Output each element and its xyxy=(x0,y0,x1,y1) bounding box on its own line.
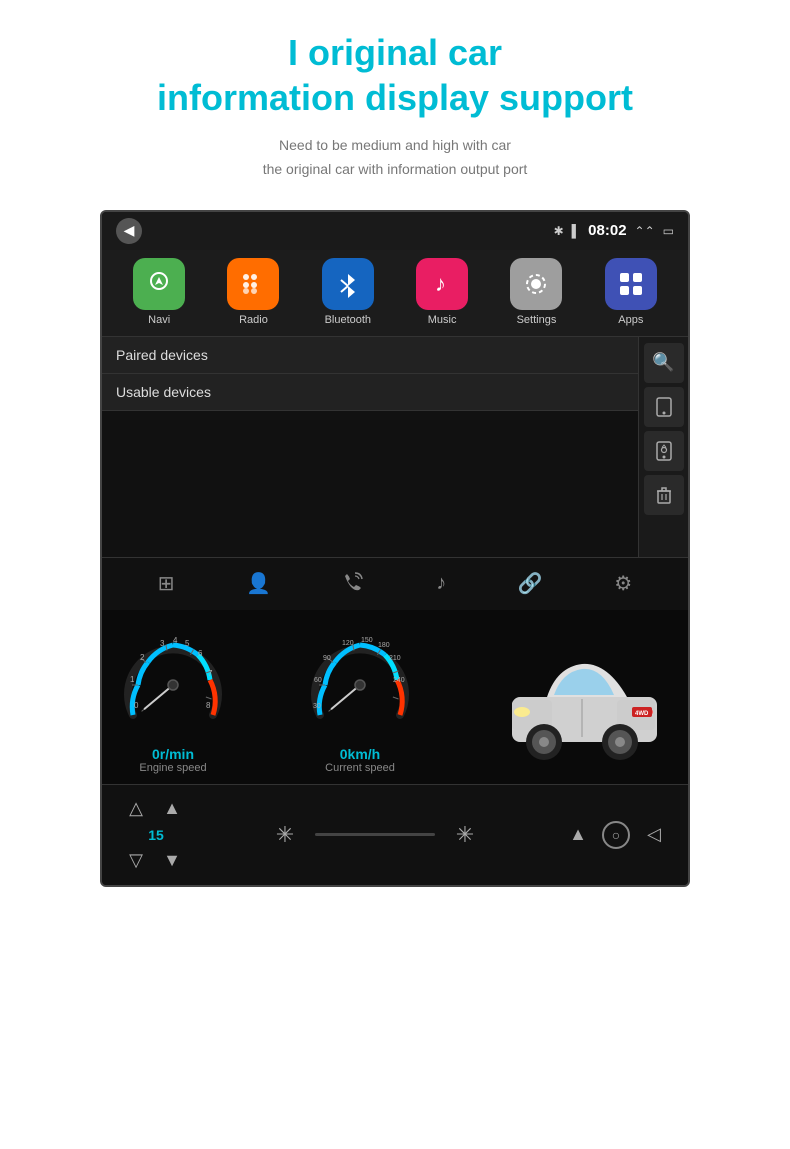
music-icon: ♪ xyxy=(416,258,468,310)
engine-speed-value: 0r/min xyxy=(139,746,206,762)
car-ui-screen: ◀ ✱ ▌ 08:02 ⌃⌃ ▭ Navi xyxy=(100,210,690,887)
volume-control: △ ▲ 15 ▽ ▼ xyxy=(122,795,186,875)
down-arrow-filled[interactable]: ▼ xyxy=(158,847,186,875)
volume-number: 15 xyxy=(148,827,164,843)
app-apps[interactable]: Apps xyxy=(605,258,657,326)
svg-text:8: 8 xyxy=(206,701,211,710)
engine-speed-label: 0r/min Engine speed xyxy=(139,746,206,774)
app-bluetooth[interactable]: Bluetooth xyxy=(322,258,374,326)
car-image: 4WD xyxy=(492,642,672,762)
svg-text:5: 5 xyxy=(185,639,190,648)
engine-gauge-dial: 0 1 2 3 4 5 6 7 8 xyxy=(118,630,228,740)
home-button[interactable]: ○ xyxy=(602,821,630,849)
bluetooth-icon xyxy=(322,258,374,310)
nav-grid[interactable]: ⊞ xyxy=(158,571,175,596)
navi-icon xyxy=(133,258,185,310)
nav-contacts[interactable]: 👤 xyxy=(246,571,271,596)
svg-text:1: 1 xyxy=(130,675,135,684)
app-radio[interactable]: Radio xyxy=(227,258,279,326)
svg-text:120: 120 xyxy=(342,640,354,647)
device-list: Paired devices Usable devices xyxy=(102,337,638,557)
clock: 08:02 xyxy=(588,222,626,239)
up-arrow-filled[interactable]: ▲ xyxy=(158,795,186,823)
svg-text:30: 30 xyxy=(313,703,321,710)
phone-action-btn[interactable] xyxy=(644,387,684,427)
nav-call[interactable] xyxy=(343,570,365,598)
engine-speed-desc: Engine speed xyxy=(139,762,206,774)
delete-action-btn[interactable] xyxy=(644,475,684,515)
fan-controls: ✳ ✳ xyxy=(271,821,479,849)
svg-text:7: 7 xyxy=(208,669,213,678)
svg-text:210: 210 xyxy=(389,655,401,662)
svg-text:4WD: 4WD xyxy=(635,711,649,717)
svg-text:180: 180 xyxy=(378,642,390,649)
svg-text:0: 0 xyxy=(134,701,139,710)
apps-icon xyxy=(605,258,657,310)
svg-text:150: 150 xyxy=(361,637,373,644)
status-bar-left: ◀ xyxy=(116,218,142,244)
speed-gauge-dial: 30 60 90 120 150 180 210 240 xyxy=(305,630,415,740)
status-bar-right: ✱ ▌ 08:02 ⌃⌃ ▭ xyxy=(554,222,674,239)
settings-icon xyxy=(510,258,562,310)
page-title: I original car information display suppo… xyxy=(157,30,633,120)
radio-icon xyxy=(227,258,279,310)
music-label: Music xyxy=(428,314,457,326)
up-arrow-outline[interactable]: △ xyxy=(122,795,150,823)
bluetooth-status-icon: ✱ xyxy=(554,224,564,238)
paired-devices-item[interactable]: Paired devices xyxy=(102,337,638,374)
nav-music[interactable]: ♪ xyxy=(436,572,446,595)
search-action-btn[interactable]: 🔍 xyxy=(644,343,684,383)
back-button[interactable]: ◀ xyxy=(116,218,142,244)
current-speed-gauge: 30 60 90 120 150 180 210 240 0km/h Curre… xyxy=(305,630,415,774)
fan-slider[interactable] xyxy=(315,833,435,836)
svg-text:♪: ♪ xyxy=(435,271,446,296)
nav-link[interactable]: 🔗 xyxy=(518,571,543,596)
side-actions: 🔍 xyxy=(638,337,688,557)
down-arrow-outline[interactable]: ▽ xyxy=(122,847,150,875)
engine-speed-gauge: 0 1 2 3 4 5 6 7 8 xyxy=(118,630,228,774)
bottom-controls: △ ▲ 15 ▽ ▼ ✳ ✳ ▲ ○ ◁ xyxy=(102,784,688,885)
gauges-section: 0 1 2 3 4 5 6 7 8 xyxy=(102,610,688,784)
status-bar: ◀ ✱ ▌ 08:02 ⌃⌃ ▭ xyxy=(102,212,688,250)
system-nav-buttons: ▲ ○ ◁ xyxy=(564,821,668,849)
svg-text:2: 2 xyxy=(140,653,145,662)
apps-label: Apps xyxy=(618,314,643,326)
app-settings[interactable]: Settings xyxy=(510,258,562,326)
app-bar: Navi Radio xyxy=(102,250,688,337)
current-speed-label: 0km/h Current speed xyxy=(325,746,395,774)
window-icon: ▭ xyxy=(663,224,674,238)
app-music[interactable]: ♪ Music xyxy=(416,258,468,326)
radio-label: Radio xyxy=(239,314,268,326)
fan-right-icon[interactable]: ✳ xyxy=(451,821,479,849)
settings-label: Settings xyxy=(517,314,557,326)
fan-left-icon[interactable]: ✳ xyxy=(271,821,299,849)
bottom-nav: ⊞ 👤 ♪ 🔗 ⚙ xyxy=(102,557,688,610)
svg-text:60: 60 xyxy=(314,677,322,684)
svg-text:4: 4 xyxy=(173,636,178,645)
svg-text:3: 3 xyxy=(160,639,165,648)
navi-label: Navi xyxy=(148,314,170,326)
page-subtitle: Need to be medium and high with car the … xyxy=(263,134,528,182)
bluetooth-label: Bluetooth xyxy=(325,314,371,326)
app-navi[interactable]: Navi xyxy=(133,258,185,326)
up-nav-btn[interactable]: ▲ xyxy=(564,821,592,849)
svg-text:90: 90 xyxy=(323,655,331,662)
current-speed-value: 0km/h xyxy=(325,746,395,762)
expand-icon: ⌃⌃ xyxy=(635,224,655,238)
usable-devices-item[interactable]: Usable devices xyxy=(102,374,638,411)
svg-text:240: 240 xyxy=(393,677,405,684)
device-settings-action-btn[interactable] xyxy=(644,431,684,471)
signal-icon: ▌ xyxy=(572,224,581,238)
page-wrapper: I original car information display suppo… xyxy=(0,0,790,927)
nav-settings[interactable]: ⚙ xyxy=(614,571,632,596)
back-nav-btn[interactable]: ◁ xyxy=(640,821,668,849)
svg-text:6: 6 xyxy=(198,649,203,658)
content-area: Paired devices Usable devices 🔍 xyxy=(102,337,688,557)
current-speed-desc: Current speed xyxy=(325,762,395,774)
